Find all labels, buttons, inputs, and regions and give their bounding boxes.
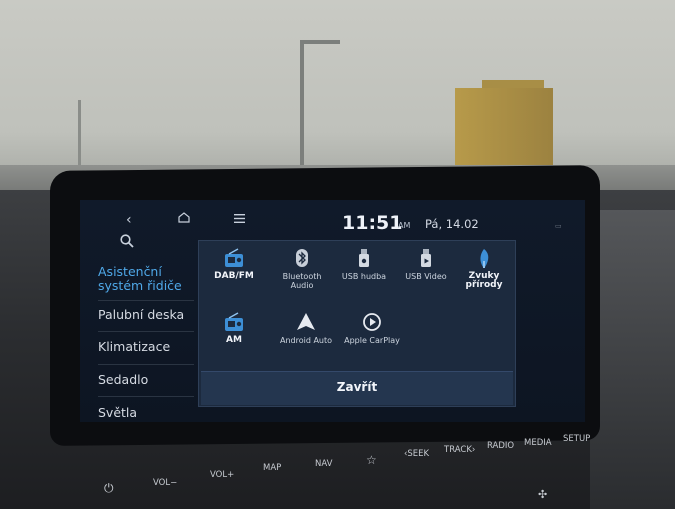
app-bluetooth-audio[interactable]: Bluetooth Audio bbox=[271, 247, 333, 290]
app-android-auto[interactable]: Android Auto bbox=[275, 311, 337, 345]
sidebar-item-driver-assistance[interactable]: Asistenční systém řidiče bbox=[98, 265, 194, 293]
power-button[interactable]: ⏻ bbox=[104, 481, 114, 496]
dashboard-vent bbox=[590, 210, 675, 509]
clock-date: Pá, 14.02 bbox=[425, 217, 479, 231]
app-label: Zvuky přírody bbox=[465, 271, 503, 290]
street-lamp-arm bbox=[300, 40, 340, 44]
sidebar-item-climate[interactable]: Klimatizace bbox=[98, 340, 194, 354]
close-button-label: Zavřít bbox=[336, 380, 378, 394]
app-apple-carplay[interactable]: Apple CarPlay bbox=[341, 311, 403, 345]
divider bbox=[98, 331, 194, 332]
app-dab-fm[interactable]: DAB/FM bbox=[203, 247, 265, 281]
seek-button[interactable]: ‹SEEK bbox=[404, 449, 429, 459]
app-label: Android Auto bbox=[279, 336, 333, 345]
usb-icon bbox=[421, 249, 431, 267]
search-icon[interactable] bbox=[120, 234, 134, 252]
status-bar: ‹ 11:51 AM Pá, 14.02 ▭ bbox=[80, 200, 585, 234]
divider bbox=[98, 396, 194, 397]
divider bbox=[98, 364, 194, 365]
sidebar-item-seat[interactable]: Sedadlo bbox=[98, 373, 194, 387]
app-label: USB hudba bbox=[341, 272, 387, 281]
app-usb-video[interactable]: USB Video bbox=[395, 247, 457, 281]
home-icon[interactable] bbox=[178, 212, 190, 227]
volume-down-button[interactable]: VOL− bbox=[153, 478, 177, 488]
radio-button[interactable]: RADIO bbox=[487, 441, 514, 451]
app-usb-music[interactable]: USB hudba bbox=[333, 247, 395, 281]
clock-time: 11:51 bbox=[342, 212, 403, 234]
media-button[interactable]: MEDIA bbox=[524, 438, 552, 448]
app-label: Apple CarPlay bbox=[344, 336, 400, 345]
map-button[interactable]: MAP bbox=[263, 463, 281, 473]
status-indicator: ▭ bbox=[555, 222, 562, 230]
media-source-popup: DAB/FM Bluetooth Audio USB hudba USB Vid… bbox=[198, 240, 516, 407]
fan-icon[interactable]: ✣ bbox=[538, 488, 547, 501]
radio-icon bbox=[225, 312, 243, 331]
divider bbox=[98, 300, 194, 301]
infotainment-screen: ‹ 11:51 AM Pá, 14.02 ▭ Asistenční systém… bbox=[80, 200, 585, 422]
back-icon[interactable]: ‹ bbox=[126, 212, 132, 228]
app-nature-sounds[interactable]: Zvuky přírody bbox=[453, 247, 515, 290]
setup-button[interactable]: SETUP bbox=[563, 434, 590, 444]
settings-sidebar: Asistenční systém řidiče Palubní deska K… bbox=[98, 230, 198, 425]
radio-icon bbox=[225, 248, 243, 267]
menu-icon[interactable] bbox=[234, 212, 245, 227]
app-label: AM bbox=[226, 335, 242, 345]
track-button[interactable]: TRACK› bbox=[444, 445, 475, 455]
usb-icon bbox=[359, 249, 369, 267]
street-lamp bbox=[300, 40, 304, 170]
nav-button[interactable]: NAV bbox=[315, 459, 332, 469]
android-auto-icon bbox=[297, 313, 315, 330]
carplay-icon bbox=[363, 313, 381, 331]
bluetooth-icon bbox=[296, 249, 308, 267]
clock-ampm: AM bbox=[398, 221, 411, 230]
nature-sound-icon bbox=[480, 249, 489, 268]
app-label: DAB/FM bbox=[214, 271, 254, 281]
volume-up-button[interactable]: VOL+ bbox=[210, 470, 234, 480]
sidebar-item-cluster[interactable]: Palubní deska bbox=[98, 308, 194, 322]
app-label: USB Video bbox=[405, 272, 447, 281]
close-button[interactable]: Zavřít bbox=[201, 371, 513, 405]
app-am[interactable]: AM bbox=[203, 311, 265, 345]
favorite-button[interactable]: ☆ bbox=[366, 453, 377, 467]
app-label: Bluetooth Audio bbox=[282, 272, 322, 290]
sidebar-item-lights[interactable]: Světla bbox=[98, 406, 194, 420]
